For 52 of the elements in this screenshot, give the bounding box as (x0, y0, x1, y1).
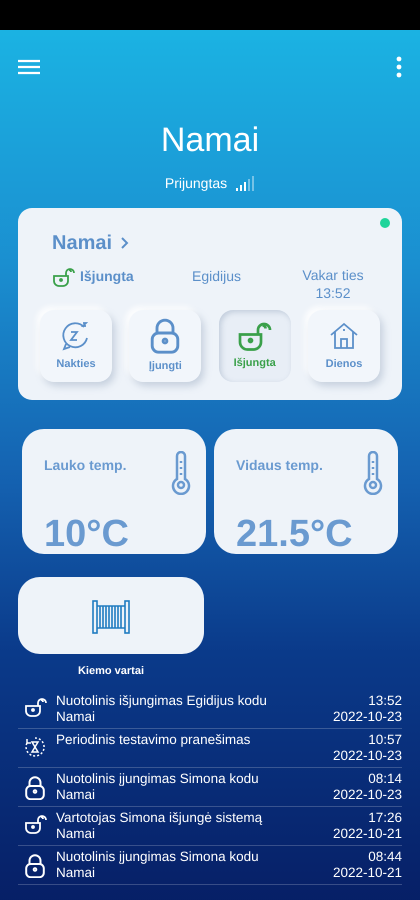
event-place: Namai (56, 865, 96, 880)
signal-icon (235, 176, 256, 192)
event-time: 17:26 (368, 810, 402, 825)
device-label: Kiemo vartai (78, 665, 144, 677)
mode-button[interactable]: Išjungta (218, 310, 291, 382)
event-time: 08:44 (368, 849, 402, 864)
event-date: 2022-10-23 (332, 709, 402, 724)
event-time: 08:14 (368, 771, 402, 786)
lock-icon (24, 775, 46, 800)
mode-button[interactable]: Dienos (308, 310, 380, 382)
timer-icon (24, 736, 46, 758)
event-text: Nuotolinis išjungimas Egidijus kodu (56, 693, 267, 708)
system-name[interactable]: Namai (52, 228, 112, 258)
user-name: Egidijus (192, 268, 242, 284)
temperature-value: 10°C (44, 513, 129, 555)
gate-card[interactable] (18, 577, 204, 654)
more-options-button[interactable] (396, 56, 402, 80)
connection-status: Prijungtas (164, 174, 228, 193)
event-place: Namai (56, 787, 96, 802)
mode-button[interactable]: Įjungti (129, 310, 202, 382)
event-text: Periodinis testavimo pranešimas (56, 732, 250, 747)
page-title: Namai (160, 121, 260, 159)
arm-mode-icon (149, 317, 182, 354)
last-change-label: Vakar ties (302, 267, 364, 283)
event-time: 13:52 (368, 693, 402, 708)
event-place: Namai (56, 826, 96, 841)
disarm-mode-icon (236, 320, 273, 351)
temperature-value: 21.5°C (236, 513, 353, 555)
lock-icon (24, 853, 46, 878)
unlock-icon (24, 697, 48, 717)
status-label: Išjungta (80, 267, 134, 286)
event-date: 2022-10-23 (332, 748, 402, 763)
event-place: Namai (56, 709, 96, 724)
thermometer-icon (362, 451, 384, 495)
event-time: 10:57 (368, 732, 402, 747)
last-change-time: 13:52 (315, 285, 351, 301)
event-date: 2022-10-23 (332, 787, 402, 802)
unlock-icon (24, 814, 48, 834)
temperature-card[interactable]: Vidaus temp. 21.5°C (214, 429, 398, 554)
status-lock-icon (52, 266, 76, 286)
mode-button[interactable]: Nakties (40, 310, 112, 382)
temperature-card[interactable]: Lauko temp. 10°C (22, 429, 206, 554)
thermometer-icon (170, 451, 192, 495)
sensor-label: Vidaus temp. (236, 456, 323, 475)
event-text: Nuotolinis įjungimas Simona kodu (56, 771, 259, 786)
gate-icon (91, 598, 131, 634)
event-text: Nuotolinis įjungimas Simona kodu (56, 849, 259, 864)
sensor-label: Lauko temp. (44, 456, 126, 475)
chevron-icon[interactable] (120, 236, 130, 250)
event-date: 2022-10-21 (332, 826, 402, 841)
event-date: 2022-10-21 (332, 865, 402, 880)
event-text: Vartotojas Simona išjungė sistemą (56, 810, 262, 825)
